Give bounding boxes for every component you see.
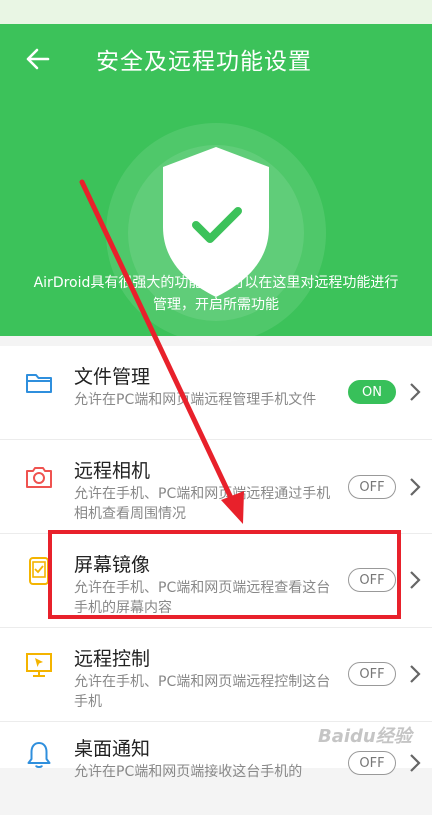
feature-row-remote-control[interactable]: 远程控制 允许在手机、PC端和网页端远程控制这台手机 OFF <box>0 628 432 722</box>
screen-mirror-toggle[interactable]: OFF <box>348 568 396 592</box>
feature-name: 屏幕镜像 <box>74 554 151 576</box>
folder-icon <box>24 368 54 398</box>
chevron-right-icon[interactable] <box>409 477 421 497</box>
feature-row-file-management[interactable]: 文件管理 允许在PC端和网页端远程管理手机文件 ON <box>0 346 432 440</box>
back-arrow-icon[interactable] <box>20 44 56 74</box>
feature-desc: 允许在PC端和网页端接收这台手机的 <box>74 764 303 780</box>
file-management-toggle[interactable]: ON <box>348 380 396 404</box>
feature-desc: 允许在手机、PC端和网页端远程通过手机相机查看周围情况 <box>74 486 331 522</box>
chevron-right-icon[interactable] <box>409 753 421 773</box>
camera-icon <box>24 462 54 492</box>
phone-mirror-icon <box>24 556 54 586</box>
feature-desc: 允许在PC端和网页端远程管理手机文件 <box>74 392 317 408</box>
desktop-notification-toggle[interactable]: OFF <box>348 751 396 775</box>
feature-name: 远程控制 <box>74 648 151 670</box>
chevron-right-icon[interactable] <box>409 570 421 590</box>
feature-name: 文件管理 <box>74 366 151 388</box>
feature-desc: 允许在手机、PC端和网页端远程控制这台手机 <box>74 674 331 710</box>
baidu-watermark: Baidu经验 <box>318 726 412 747</box>
remote-camera-toggle[interactable]: OFF <box>348 475 396 499</box>
status-bar <box>0 0 432 24</box>
remote-control-toggle[interactable]: OFF <box>348 662 396 686</box>
intro-text: AirDroid具有很强大的功能，您可以在这里对远程功能进行管理，开启所需功能 <box>33 275 399 313</box>
page-title: 安全及远程功能设置 <box>96 49 312 75</box>
feature-row-screen-mirror[interactable]: 屏幕镜像 允许在手机、PC端和网页端远程查看这台手机的屏幕内容 OFF <box>0 534 432 628</box>
bell-icon <box>24 740 54 770</box>
chevron-right-icon[interactable] <box>409 664 421 684</box>
feature-row-remote-camera[interactable]: 远程相机 允许在手机、PC端和网页端远程通过手机相机查看周围情况 OFF <box>0 440 432 534</box>
feature-list: 文件管理 允许在PC端和网页端远程管理手机文件 ON 远程相机 允许在手机、PC… <box>0 346 432 780</box>
header: 安全及远程功能设置 AirDroid具有很强大的功能，您可以在这里对远程功能进行… <box>0 24 432 343</box>
feature-name: 桌面通知 <box>74 738 151 760</box>
feature-desc: 允许在手机、PC端和网页端远程查看这台手机的屏幕内容 <box>74 580 331 616</box>
feature-name: 远程相机 <box>74 460 151 482</box>
monitor-cursor-icon <box>24 650 54 680</box>
chevron-right-icon[interactable] <box>409 382 421 402</box>
